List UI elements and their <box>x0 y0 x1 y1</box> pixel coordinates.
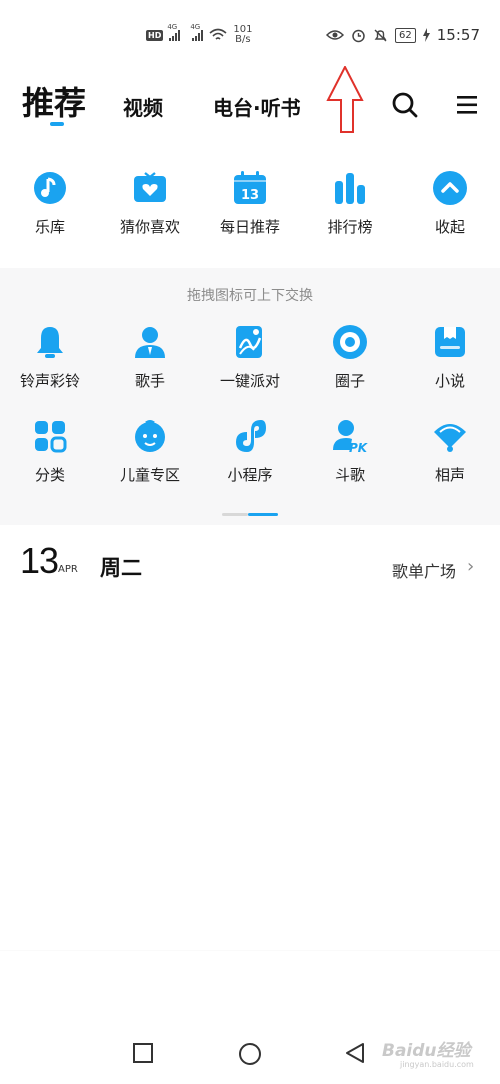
fan-icon <box>434 424 466 452</box>
recents-square-icon[interactable] <box>132 1042 154 1064</box>
shortcut-category[interactable]: 分类 <box>0 418 100 485</box>
net-speed: 101 B/s <box>233 25 252 45</box>
calendar-day-text: 13 <box>241 188 259 203</box>
shortcut-label: 圈子 <box>334 372 365 390</box>
shortcut-label: 收起 <box>434 218 465 236</box>
music-note-icon <box>34 172 66 204</box>
shortcut-label: 排行榜 <box>327 218 373 236</box>
page-indicator <box>222 513 278 516</box>
eye-icon <box>326 30 345 40</box>
date-month: APR <box>58 564 78 575</box>
shortcut-label: 小说 <box>434 372 465 390</box>
child-face-icon <box>135 420 165 452</box>
watermark-url: jingyan.baidu.com <box>400 1060 474 1069</box>
battery-level: 62 <box>395 27 416 43</box>
search-icon[interactable] <box>390 90 420 120</box>
menu-icon[interactable] <box>456 94 478 116</box>
shortcut-label: 每日推荐 <box>219 218 280 236</box>
signal-icon-2: 4G <box>190 23 204 41</box>
net-speed-unit: B/s <box>235 34 251 45</box>
watermark-logo: Baidu经验 <box>382 1041 471 1061</box>
home-circle-icon[interactable] <box>238 1042 262 1066</box>
status-left: HD 4G 4G 101 B/s <box>146 23 252 45</box>
primary-shortcuts: 乐库 猜你喜欢 13 每日推荐 排行榜 收起 <box>0 170 500 250</box>
clock: 15:57 <box>436 26 480 44</box>
shortcut-novel[interactable]: 小说 <box>400 324 500 391</box>
tab-radio-audiobook[interactable]: 电台·听书 <box>213 92 301 121</box>
category-grid-icon <box>35 421 67 453</box>
content-divider <box>0 950 500 951</box>
shortcut-song-pk[interactable]: PK 斗歌 <box>300 418 400 485</box>
shortcut-daily-recommend[interactable]: 13 每日推荐 <box>200 170 300 237</box>
playlist-square-link[interactable]: 歌单广场 <box>392 558 456 582</box>
shortcut-label: 一键派对 <box>219 372 280 390</box>
bell-icon <box>37 327 63 358</box>
shortcut-music-library[interactable]: 乐库 <box>0 170 100 237</box>
shortcut-label: 乐库 <box>34 218 65 236</box>
date-weekday: 周二 <box>100 556 142 580</box>
date-header: 13 APR 周二 歌单广场 › <box>0 540 500 590</box>
chevron-right-icon[interactable]: › <box>467 556 474 577</box>
date-day: 13 <box>20 540 59 581</box>
shortcut-label: 分类 <box>34 466 65 484</box>
mini-program-icon <box>236 420 266 452</box>
status-right: 62 15:57 <box>326 26 480 44</box>
page-dot-inactive <box>222 513 248 516</box>
shortcut-label: 小程序 <box>227 466 273 484</box>
charging-icon <box>422 28 430 42</box>
alarm-icon <box>352 29 365 42</box>
pk-text: PK <box>349 441 368 454</box>
party-icon <box>236 326 262 358</box>
shortcut-rankings[interactable]: 排行榜 <box>300 170 400 237</box>
shortcut-label: 铃声彩铃 <box>19 372 80 390</box>
status-bar: HD 4G 4G 101 B/s 62 15:57 <box>0 0 500 72</box>
shortcut-mini-program[interactable]: 小程序 <box>200 418 300 485</box>
signal-tag-2: 4G <box>190 23 201 31</box>
shortcut-singer[interactable]: 歌手 <box>100 324 200 391</box>
shortcut-label: 歌手 <box>134 372 165 390</box>
pk-icon: PK <box>333 420 368 454</box>
wifi-icon <box>209 28 227 40</box>
drag-hint: 拖拽图标可上下交换 <box>187 288 313 304</box>
heart-box-icon <box>134 172 166 202</box>
signal-tag: 4G <box>167 23 178 31</box>
bar-chart-icon <box>335 173 365 204</box>
book-icon <box>435 327 465 357</box>
tab-recommend[interactable]: 推荐 <box>22 78 86 124</box>
shortcut-crosstalk[interactable]: 相声 <box>400 418 500 485</box>
back-triangle-icon[interactable] <box>344 1042 366 1064</box>
page-dot-active <box>248 513 278 516</box>
shortcut-circle[interactable]: 圈子 <box>300 324 400 391</box>
red-arrow-annotation <box>326 66 364 133</box>
calendar-13-icon: 13 <box>234 171 266 204</box>
top-nav: 推荐 视频 电台·听书 <box>0 72 500 140</box>
shortcut-collapse[interactable]: 收起 <box>400 170 500 237</box>
signal-icon: 4G <box>167 23 181 41</box>
tab-active-indicator <box>50 122 64 126</box>
shortcut-label: 猜你喜欢 <box>119 218 180 236</box>
shortcut-label: 儿童专区 <box>119 466 180 484</box>
shortcut-ringtone[interactable]: 铃声彩铃 <box>0 324 100 391</box>
shortcut-label: 相声 <box>434 466 465 484</box>
shortcut-party[interactable]: 一键派对 <box>200 324 300 391</box>
expanded-shortcut-drawer: 拖拽图标可上下交换 铃声彩铃 歌手 一键派对 圈子 小说 分类 儿童专区 小程序… <box>0 268 500 525</box>
mute-bell-icon <box>374 29 387 41</box>
collapse-up-icon <box>433 171 467 205</box>
singer-icon <box>135 327 165 358</box>
tab-video[interactable]: 视频 <box>123 92 163 121</box>
shortcut-kids-zone[interactable]: 儿童专区 <box>100 418 200 485</box>
circle-ring-icon <box>333 325 367 359</box>
hd-badge: HD <box>146 29 164 41</box>
shortcut-label: 斗歌 <box>334 466 365 484</box>
shortcut-guess-you-like[interactable]: 猜你喜欢 <box>100 170 200 237</box>
